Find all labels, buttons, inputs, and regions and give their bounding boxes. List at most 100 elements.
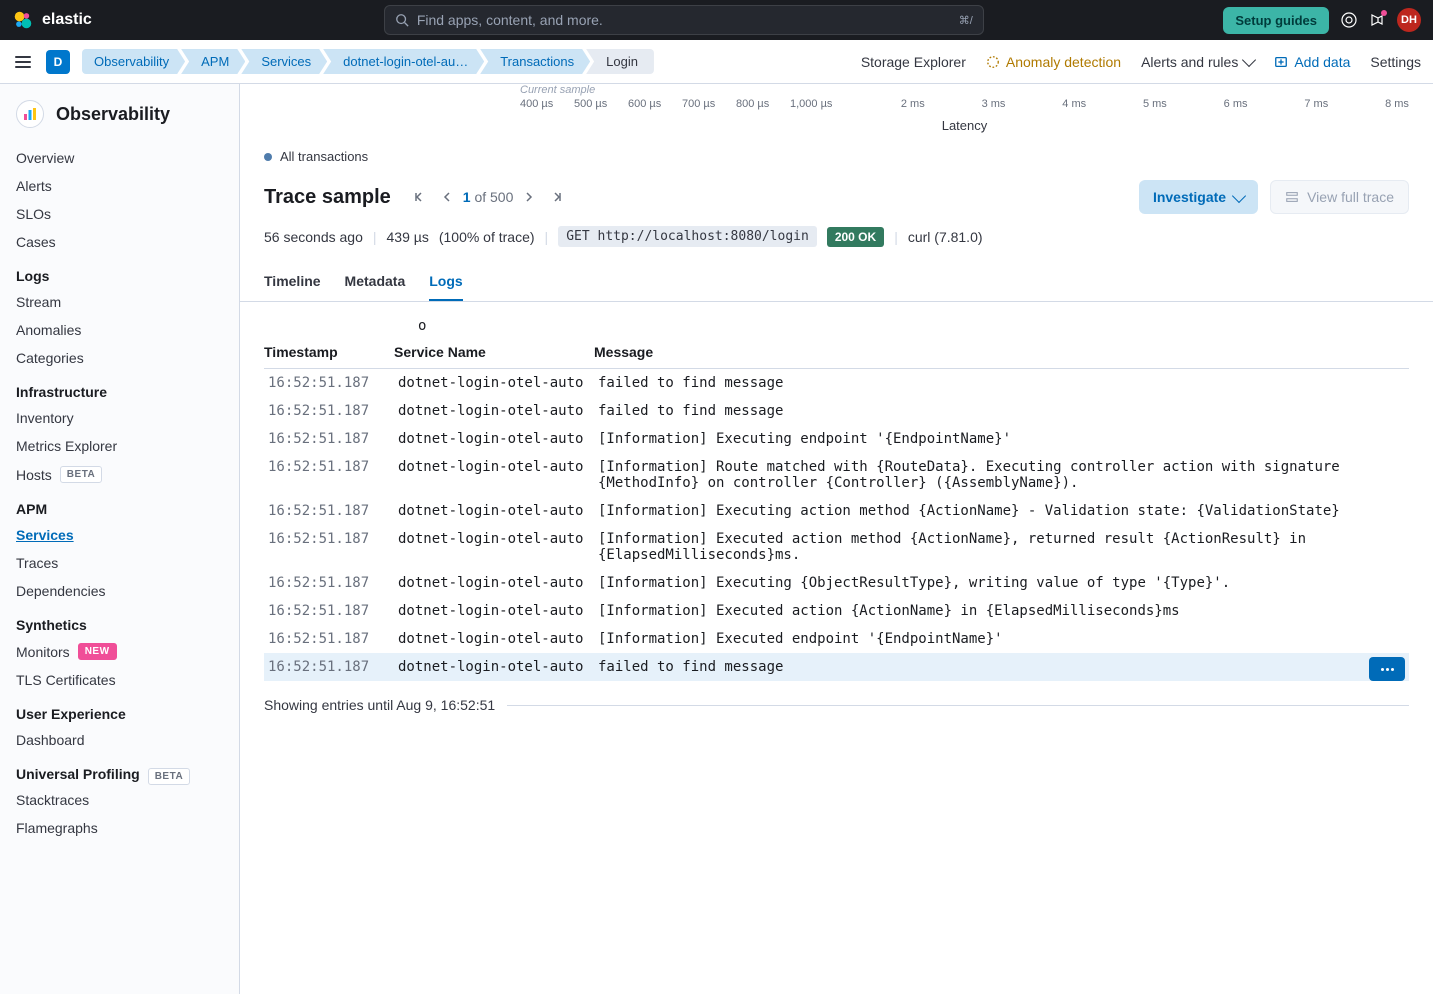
brand-text: elastic	[42, 11, 92, 29]
col-service[interactable]: Service Name	[394, 344, 594, 360]
trace-icon	[1285, 190, 1299, 204]
sidebar-item[interactable]: Cases	[0, 228, 239, 256]
nav-toggle-icon[interactable]	[12, 51, 34, 73]
alerts-rules-link[interactable]: Alerts and rules	[1141, 54, 1254, 70]
sidebar-item[interactable]: SLOs	[0, 200, 239, 228]
storage-explorer-link[interactable]: Storage Explorer	[861, 54, 966, 70]
add-data-icon	[1274, 55, 1288, 69]
sidebar-item[interactable]: Dashboard	[0, 726, 239, 754]
logs-footer: Showing entries until Aug 9, 16:52:51	[240, 681, 1433, 713]
log-row[interactable]: 16:52:51.187dotnet-login-otel-auto[Infor…	[264, 597, 1409, 625]
sidebar-item[interactable]: MonitorsNEW	[0, 637, 239, 666]
breadcrumb-item[interactable]: Services	[241, 49, 327, 74]
log-row[interactable]: 16:52:51.187dotnet-login-otel-auto[Infor…	[264, 453, 1409, 497]
trace-age: 56 seconds ago	[264, 229, 363, 245]
chevron-down-icon	[1232, 188, 1246, 202]
setup-guides-button[interactable]: Setup guides	[1223, 7, 1329, 34]
breadcrumb-item[interactable]: dotnet-login-otel-au…	[323, 49, 484, 74]
sidebar-item[interactable]: Dependencies	[0, 577, 239, 605]
sidebar-item[interactable]: Anomalies	[0, 316, 239, 344]
top-header: elastic Find apps, content, and more. ⌘/…	[0, 0, 1433, 40]
sidebar-item[interactable]: Metrics Explorer	[0, 432, 239, 460]
breadcrumb-item[interactable]: APM	[181, 49, 245, 74]
chart-x-label: Latency	[520, 118, 1409, 133]
trace-client: curl (7.81.0)	[908, 229, 983, 245]
log-row[interactable]: 16:52:51.187dotnet-login-otel-auto[Infor…	[264, 625, 1409, 653]
pager-next-icon[interactable]	[517, 185, 541, 209]
row-actions-button[interactable]	[1369, 657, 1405, 681]
global-search[interactable]: Find apps, content, and more. ⌘/	[384, 5, 984, 35]
trace-pager: 1 of 500	[407, 185, 570, 209]
latency-chart: Current sample 400 µs500 µs600 µs700 µs8…	[240, 84, 1433, 133]
elastic-logo-icon	[12, 9, 34, 31]
pager-last-icon[interactable]	[545, 185, 569, 209]
sidebar-section: APM	[0, 489, 239, 521]
trace-http-badge: GET http://localhost:8080/login	[558, 226, 817, 247]
sidebar-item[interactable]: Services	[0, 521, 239, 549]
sidebar-title: Observability	[0, 84, 239, 144]
log-row[interactable]: 16:52:51.187dotnet-login-otel-auto[Infor…	[264, 425, 1409, 453]
space-selector[interactable]: D	[46, 50, 70, 74]
search-placeholder: Find apps, content, and more.	[417, 12, 603, 28]
elastic-brand[interactable]: elastic	[12, 9, 92, 31]
sidebar-item[interactable]: Inventory	[0, 404, 239, 432]
trace-sample-title: Trace sample	[264, 186, 391, 209]
breadcrumb-item[interactable]: Login	[586, 49, 654, 74]
col-timestamp[interactable]: Timestamp	[264, 344, 394, 360]
view-full-trace-button[interactable]: View full trace	[1270, 180, 1409, 214]
sidebar-section: Logs	[0, 256, 239, 288]
chart-x-ticks: 400 µs500 µs600 µs700 µs800 µs1,000 µs2 …	[520, 98, 1409, 110]
log-row[interactable]: 16:52:51.187dotnet-login-otel-autofailed…	[264, 369, 1409, 397]
breadcrumb-item[interactable]: Transactions	[480, 49, 590, 74]
col-message[interactable]: Message	[594, 344, 653, 360]
sidebar-item[interactable]: Stacktraces	[0, 786, 239, 814]
sidebar-section: Infrastructure	[0, 372, 239, 404]
log-row[interactable]: 16:52:51.187dotnet-login-otel-auto[Infor…	[264, 569, 1409, 597]
tab-metadata[interactable]: Metadata	[345, 263, 406, 301]
pager-prev-icon[interactable]	[435, 185, 459, 209]
tab-timeline[interactable]: Timeline	[264, 263, 321, 301]
sidebar-section: User Experience	[0, 694, 239, 726]
chart-sample-label: Current sample	[520, 84, 1409, 96]
anomaly-detection-link[interactable]: Anomaly detection	[986, 54, 1121, 70]
trace-status-badge: 200 OK	[827, 227, 884, 247]
sidebar-item[interactable]: HostsBETA	[0, 460, 239, 489]
news-icon[interactable]	[1369, 12, 1385, 28]
pager-first-icon[interactable]	[407, 185, 431, 209]
add-data-link[interactable]: Add data	[1274, 54, 1350, 70]
breadcrumb-item[interactable]: Observability	[82, 49, 185, 74]
trace-duration: 439 µs	[387, 229, 429, 245]
logs-table-head: Timestamp Service Name Message	[264, 336, 1409, 369]
sidebar-item[interactable]: Flamegraphs	[0, 814, 239, 842]
anomaly-icon	[986, 55, 1000, 69]
sidebar-item[interactable]: Overview	[0, 144, 239, 172]
chart-legend[interactable]: All transactions	[264, 149, 1433, 164]
sidebar-section: Synthetics	[0, 605, 239, 637]
settings-link[interactable]: Settings	[1370, 54, 1421, 70]
sidebar-item[interactable]: Stream	[0, 288, 239, 316]
search-icon	[395, 13, 409, 27]
search-kbd: ⌘/	[959, 14, 973, 27]
sidebar-item[interactable]: TLS Certificates	[0, 666, 239, 694]
investigate-button[interactable]: Investigate	[1139, 180, 1258, 214]
breadcrumb: ObservabilityAPMServicesdotnet-login-ote…	[82, 49, 650, 74]
log-row[interactable]: 16:52:51.187dotnet-login-otel-auto[Infor…	[264, 525, 1409, 569]
user-avatar[interactable]: DH	[1397, 8, 1421, 32]
legend-dot-icon	[264, 153, 272, 161]
sidebar-item[interactable]: Categories	[0, 344, 239, 372]
chevron-down-icon	[1242, 53, 1256, 67]
tab-logs[interactable]: Logs	[429, 263, 462, 301]
log-row[interactable]: 16:52:51.187dotnet-login-otel-auto[Infor…	[264, 497, 1409, 525]
sub-header: D ObservabilityAPMServicesdotnet-login-o…	[0, 40, 1433, 84]
log-row-fragment: o	[264, 318, 1409, 336]
sidebar-item[interactable]: Alerts	[0, 172, 239, 200]
trace-meta-row: 56 seconds ago | 439 µs (100% of trace) …	[240, 222, 1433, 263]
main-content: Current sample 400 µs500 µs600 µs700 µs8…	[240, 84, 1433, 994]
sidebar-section: Universal ProfilingBETA	[0, 754, 239, 786]
sidebar: Observability OverviewAlertsSLOsCasesLog…	[0, 84, 240, 994]
log-row[interactable]: 16:52:51.187dotnet-login-otel-autofailed…	[264, 653, 1409, 681]
help-icon[interactable]	[1341, 12, 1357, 28]
sidebar-item[interactable]: Traces	[0, 549, 239, 577]
log-row[interactable]: 16:52:51.187dotnet-login-otel-autofailed…	[264, 397, 1409, 425]
trace-tabs: Timeline Metadata Logs	[240, 263, 1433, 302]
